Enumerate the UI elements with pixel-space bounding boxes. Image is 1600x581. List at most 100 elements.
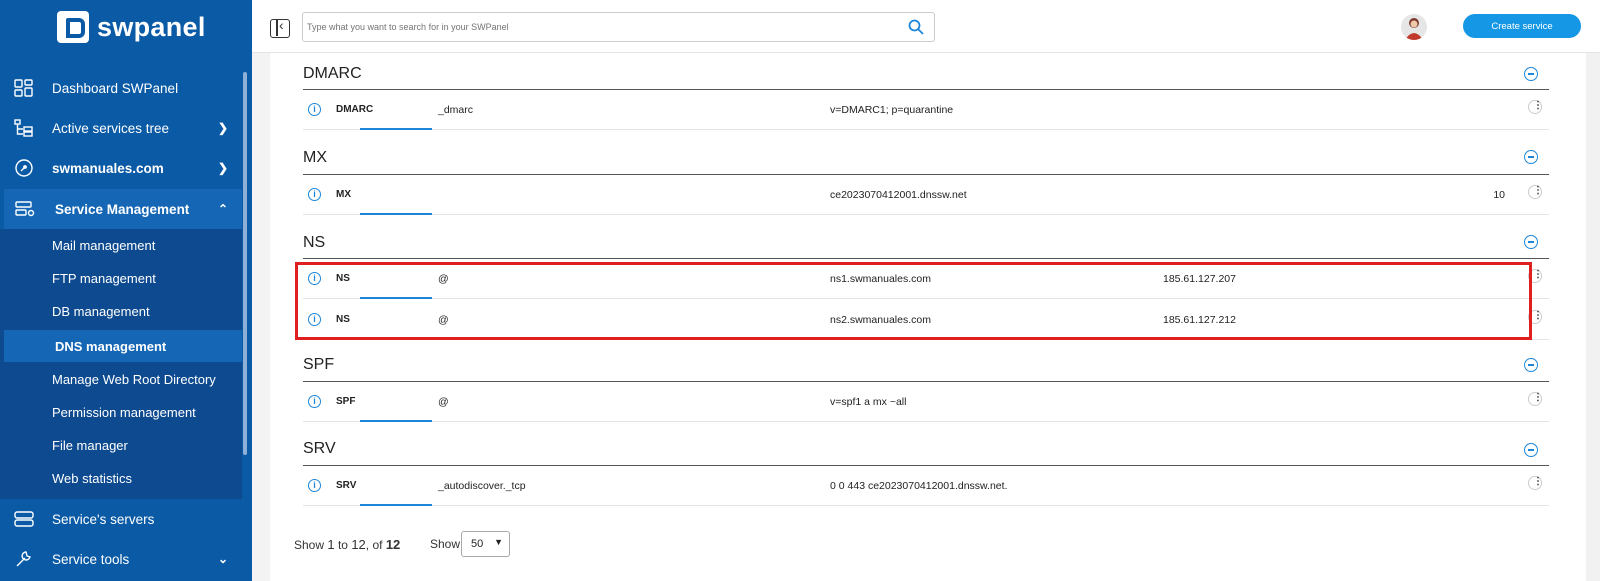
table-row: i SPF @ v=spf1 a mx ~all [303, 382, 1549, 422]
record-type: DMARC [336, 104, 374, 115]
table-row: i DMARC _dmarc v=DMARC1; p=quarantine [303, 90, 1549, 130]
tree-icon [14, 119, 33, 137]
domain-icon [15, 159, 33, 177]
info-icon[interactable]: i [308, 188, 321, 201]
sidebar-item-label: swmanuales.com [52, 160, 164, 176]
dns-records-panel: DMARC i DMARC _dmarc v=DMARC1; p=quarant… [270, 53, 1586, 581]
type-underline [360, 128, 432, 130]
create-service-button[interactable]: Create service [1463, 14, 1581, 38]
pagination-of-word: , of [365, 538, 383, 552]
type-underline [360, 213, 432, 215]
page-size-select[interactable]: 50 ▼ [461, 531, 510, 557]
sidebar-item-dashboard[interactable]: Dashboard SWPanel [0, 68, 242, 108]
avatar[interactable] [1401, 14, 1427, 40]
brand-logo[interactable]: swpanel [57, 10, 206, 44]
info-icon[interactable]: i [308, 479, 321, 492]
type-underline [360, 504, 432, 506]
search-icon[interactable] [908, 19, 924, 35]
chevron-up-icon: ⌃ [217, 202, 228, 216]
submenu-item-dns[interactable]: DNS management [4, 330, 242, 362]
submenu-item-db[interactable]: DB management [0, 295, 242, 327]
submenu-item-mail[interactable]: Mail management [0, 229, 242, 261]
more-options-icon[interactable] [1528, 476, 1543, 490]
more-options-icon[interactable] [1528, 392, 1543, 406]
brand-name: swpanel [97, 11, 206, 42]
sidebar-item-services-servers[interactable]: Service's servers [0, 499, 242, 539]
record-value: v=DMARC1; p=quarantine [830, 104, 954, 116]
record-priority: 10 [1493, 189, 1505, 201]
sidebar-item-active-services-tree[interactable]: Active services tree ❯ [0, 108, 242, 148]
submenu-label: File manager [52, 437, 128, 453]
submenu-label: DB management [52, 303, 150, 319]
submenu-label: Web statistics [52, 470, 132, 486]
submenu-label: Mail management [52, 237, 156, 253]
service-management-icon [15, 201, 35, 217]
search-box [302, 12, 935, 42]
service-management-submenu: Mail management FTP management DB manage… [0, 229, 242, 499]
record-value: v=spf1 a mx ~all [830, 396, 907, 408]
sidebar-item-label: Dashboard SWPanel [52, 80, 179, 96]
pagination-to: 12 [351, 537, 366, 552]
sidebar-item-service-tools[interactable]: Service tools ⌄ [0, 539, 242, 579]
submenu-item-web-root[interactable]: Manage Web Root Directory [0, 363, 242, 395]
pagination-from: 1 [327, 537, 335, 552]
more-options-icon[interactable] [1528, 100, 1543, 114]
collapse-section-icon[interactable] [1524, 358, 1538, 372]
more-options-icon[interactable] [1528, 185, 1543, 199]
submenu-item-permissions[interactable]: Permission management [0, 396, 242, 428]
record-name: _dmarc [438, 104, 474, 116]
collapse-section-icon[interactable] [1524, 235, 1538, 249]
type-underline [360, 420, 432, 422]
sidebar-item-label: Active services tree [52, 120, 170, 136]
submenu-item-ftp[interactable]: FTP management [0, 262, 242, 294]
sidebar-item-domain[interactable]: swmanuales.com ❯ [0, 148, 242, 188]
pagination-total: 12 [385, 537, 401, 552]
topbar: Create service [252, 0, 1600, 53]
tools-icon [16, 551, 31, 567]
sidebar-scrollbar[interactable] [243, 72, 247, 455]
submenu-label: Manage Web Root Directory [52, 371, 216, 387]
right-scroll-track [1586, 53, 1600, 581]
sidebar-item-label: Service Management [55, 201, 190, 217]
record-name: @ [438, 396, 449, 408]
section-title-srv: SRV [303, 440, 336, 457]
sidebar-item-label: Service tools [52, 551, 130, 567]
section-title-spf: SPF [303, 356, 335, 373]
collapse-section-icon[interactable] [1524, 443, 1538, 457]
info-icon[interactable]: i [308, 395, 321, 408]
servers-icon [14, 511, 34, 527]
sidebar: swpanel Dashboard SWPanel Active service… [0, 0, 252, 581]
submenu-label: Permission management [52, 404, 196, 420]
table-row: i SRV _autodiscover._tcp 0 0 443 ce20230… [303, 466, 1549, 506]
section-title-dmarc: DMARC [303, 65, 362, 82]
show-label: Show [430, 537, 461, 551]
submenu-label: FTP management [52, 270, 156, 286]
search-input[interactable] [307, 17, 887, 37]
table-row: i MX ce2023070412001.dnssw.net 10 [303, 175, 1549, 215]
user-avatar-icon [1405, 18, 1423, 40]
chevron-down-icon: ⌄ [217, 552, 228, 566]
page-size-value: 50 [471, 538, 484, 550]
pagination-summary: Show 1 to 12, of 12 [294, 537, 400, 552]
record-value: ce2023070412001.dnssw.net [830, 189, 967, 201]
sidebar-item-label: Service's servers [52, 511, 155, 527]
record-name: _autodiscover._tcp [438, 480, 526, 492]
section-title-mx: MX [303, 149, 327, 166]
record-value: 0 0 443 ce2023070412001.dnssw.net. [830, 480, 1008, 492]
collapse-sidebar-icon[interactable] [270, 17, 290, 38]
submenu-item-web-statistics[interactable]: Web statistics [0, 462, 242, 494]
chevron-right-icon: ❯ [217, 121, 228, 135]
submenu-item-file-manager[interactable]: File manager [0, 429, 242, 461]
pagination-to-word: to [337, 538, 348, 552]
info-icon[interactable]: i [308, 103, 321, 116]
record-type: SPF [336, 396, 356, 407]
chevron-down-icon: ▼ [494, 537, 503, 547]
collapse-section-icon[interactable] [1524, 67, 1538, 81]
sidebar-item-service-management[interactable]: Service Management ⌃ [4, 189, 242, 229]
record-type: SRV [336, 480, 357, 491]
section-title-ns: NS [303, 234, 326, 251]
record-type: MX [336, 189, 351, 200]
collapse-section-icon[interactable] [1524, 150, 1538, 164]
submenu-label: DNS management [55, 338, 167, 354]
highlight-box [295, 262, 1532, 340]
